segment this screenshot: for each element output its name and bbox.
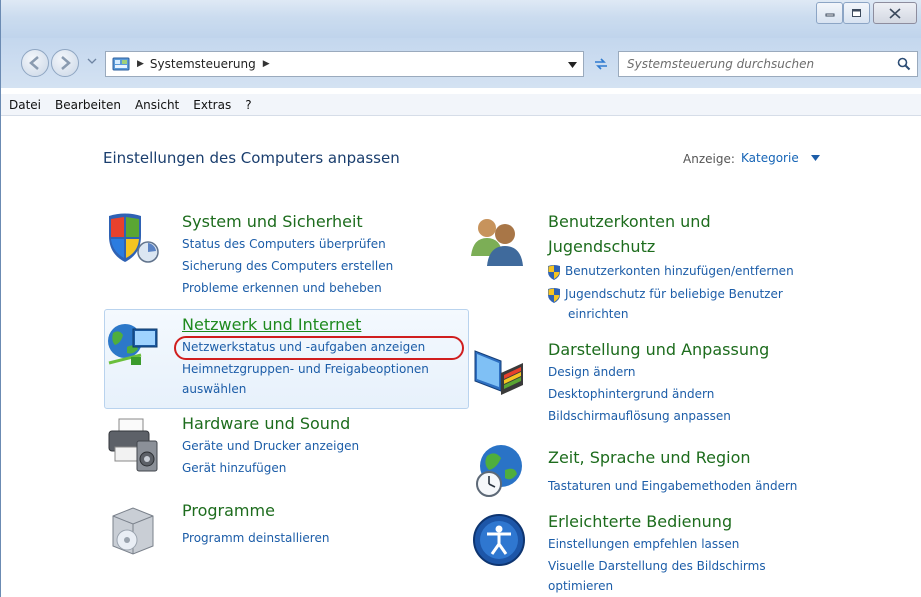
link-uninstall[interactable]: Programm deinstallieren xyxy=(182,531,329,545)
appearance-icon xyxy=(474,350,523,395)
link-homegroup-cont[interactable]: auswählen xyxy=(182,382,246,396)
globe-clock-icon xyxy=(476,445,522,497)
navigation-bar: ▶ Systemsteuerung ▶ xyxy=(1,38,921,88)
printer-icon xyxy=(108,418,158,472)
shield-icon xyxy=(109,213,159,263)
breadcrumb[interactable]: Systemsteuerung xyxy=(150,57,256,71)
menu-ansicht[interactable]: Ansicht xyxy=(128,98,186,112)
category-title[interactable]: Erleichterte Bedienung xyxy=(548,512,732,531)
page-title: Einstellungen des Computers anpassen xyxy=(103,149,400,167)
link-devices-printers[interactable]: Geräte und Drucker anzeigen xyxy=(182,439,359,453)
title-bar xyxy=(1,0,921,38)
category-title[interactable]: Zeit, Sprache und Region xyxy=(548,448,751,467)
arrow-left-icon xyxy=(29,56,39,70)
users-icon xyxy=(471,219,523,266)
category-title[interactable]: Programme xyxy=(182,501,275,520)
link-add-remove-accounts[interactable]: Benutzerkonten hinzufügen/entfernen xyxy=(546,264,794,280)
maximize-button[interactable] xyxy=(843,2,870,24)
menu-datei[interactable]: Datei xyxy=(1,98,48,112)
link-recommend-settings[interactable]: Einstellungen empfehlen lassen xyxy=(548,537,739,551)
accessibility-icon xyxy=(473,514,525,566)
link-check-status[interactable]: Status des Computers überprüfen xyxy=(182,237,386,251)
minimize-button[interactable] xyxy=(816,2,843,24)
view-dropdown-icon[interactable] xyxy=(811,155,820,161)
category-title[interactable]: Hardware und Sound xyxy=(182,414,350,433)
link-label: Benutzerkonten hinzufügen/entfernen xyxy=(565,264,794,278)
link-optimize-display-cont[interactable]: optimieren xyxy=(548,579,613,593)
menu-extras[interactable]: Extras xyxy=(186,98,238,112)
category-title[interactable]: System und Sicherheit xyxy=(182,212,363,231)
refresh-button[interactable] xyxy=(589,54,613,74)
link-screen-resolution[interactable]: Bildschirmauflösung anpassen xyxy=(548,409,731,423)
breadcrumb-arrow-icon[interactable]: ▶ xyxy=(137,59,144,69)
link-label: Jugendschutz für beliebige Benutzer xyxy=(565,287,783,301)
uac-shield-icon xyxy=(548,265,560,280)
forward-button[interactable] xyxy=(51,49,79,77)
link-homegroup[interactable]: Heimnetzgruppen- und Freigabeoptionen xyxy=(182,362,429,376)
chevron-down-icon[interactable] xyxy=(87,56,97,66)
control-panel-window: ▶ Systemsteuerung ▶ Datei Bearbeiten Ans… xyxy=(0,0,921,597)
view-label: Anzeige: xyxy=(683,152,735,166)
address-bar[interactable]: ▶ Systemsteuerung ▶ xyxy=(105,51,584,77)
menu-bearbeiten[interactable]: Bearbeiten xyxy=(48,98,128,112)
search-icon[interactable] xyxy=(897,57,911,71)
breadcrumb-arrow-icon[interactable]: ▶ xyxy=(263,59,270,69)
link-desktop-background[interactable]: Desktophintergrund ändern xyxy=(548,387,714,401)
address-dropdown-icon[interactable] xyxy=(568,60,577,69)
globe-network-icon xyxy=(108,324,158,365)
close-icon xyxy=(889,7,901,19)
control-panel-icon xyxy=(112,57,130,71)
menu-help[interactable]: ? xyxy=(238,98,258,112)
content-area: Einstellungen des Computers anpassen Anz… xyxy=(1,117,921,597)
link-backup[interactable]: Sicherung des Computers erstellen xyxy=(182,259,393,273)
link-optimize-display[interactable]: Visuelle Darstellung des Bildschirms xyxy=(548,559,766,573)
programs-box-icon xyxy=(112,507,154,555)
red-annotation-ring xyxy=(174,336,464,360)
search-box[interactable] xyxy=(618,51,918,77)
category-title[interactable]: Netzwerk und Internet xyxy=(182,315,361,334)
search-input[interactable] xyxy=(627,57,887,71)
link-add-device[interactable]: Gerät hinzufügen xyxy=(182,461,286,475)
category-title[interactable]: Darstellung und Anpassung xyxy=(548,340,769,359)
link-change-theme[interactable]: Design ändern xyxy=(548,365,636,379)
menu-bar: Datei Bearbeiten Ansicht Extras ? xyxy=(1,94,921,116)
link-troubleshoot[interactable]: Probleme erkennen und beheben xyxy=(182,281,382,295)
category-title-cont[interactable]: Jugendschutz xyxy=(548,237,655,256)
back-button[interactable] xyxy=(21,49,49,77)
maximize-icon xyxy=(852,9,861,17)
category-title[interactable]: Benutzerkonten und xyxy=(548,212,711,231)
arrow-right-icon xyxy=(61,56,71,70)
view-mode-selector[interactable]: Kategorie xyxy=(741,151,799,165)
link-keyboards[interactable]: Tastaturen und Eingabemethoden ändern xyxy=(548,479,797,493)
close-button[interactable] xyxy=(873,2,917,24)
refresh-icon xyxy=(595,58,607,70)
minimize-icon xyxy=(825,13,834,17)
uac-shield-icon xyxy=(548,288,560,303)
link-parental-controls[interactable]: Jugendschutz für beliebige Benutzer xyxy=(546,287,783,303)
link-parental-controls-cont[interactable]: einrichten xyxy=(568,307,629,321)
